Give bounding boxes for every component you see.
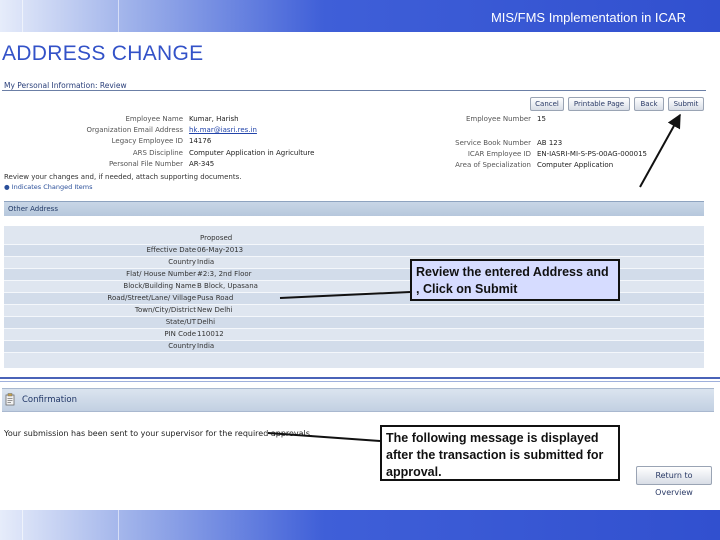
arrow-to-message	[267, 432, 381, 442]
bottom-banner	[0, 510, 720, 540]
annotation-arrows	[267, 113, 681, 442]
arrow-to-submit	[639, 113, 681, 188]
arrow-to-table	[279, 291, 411, 299]
